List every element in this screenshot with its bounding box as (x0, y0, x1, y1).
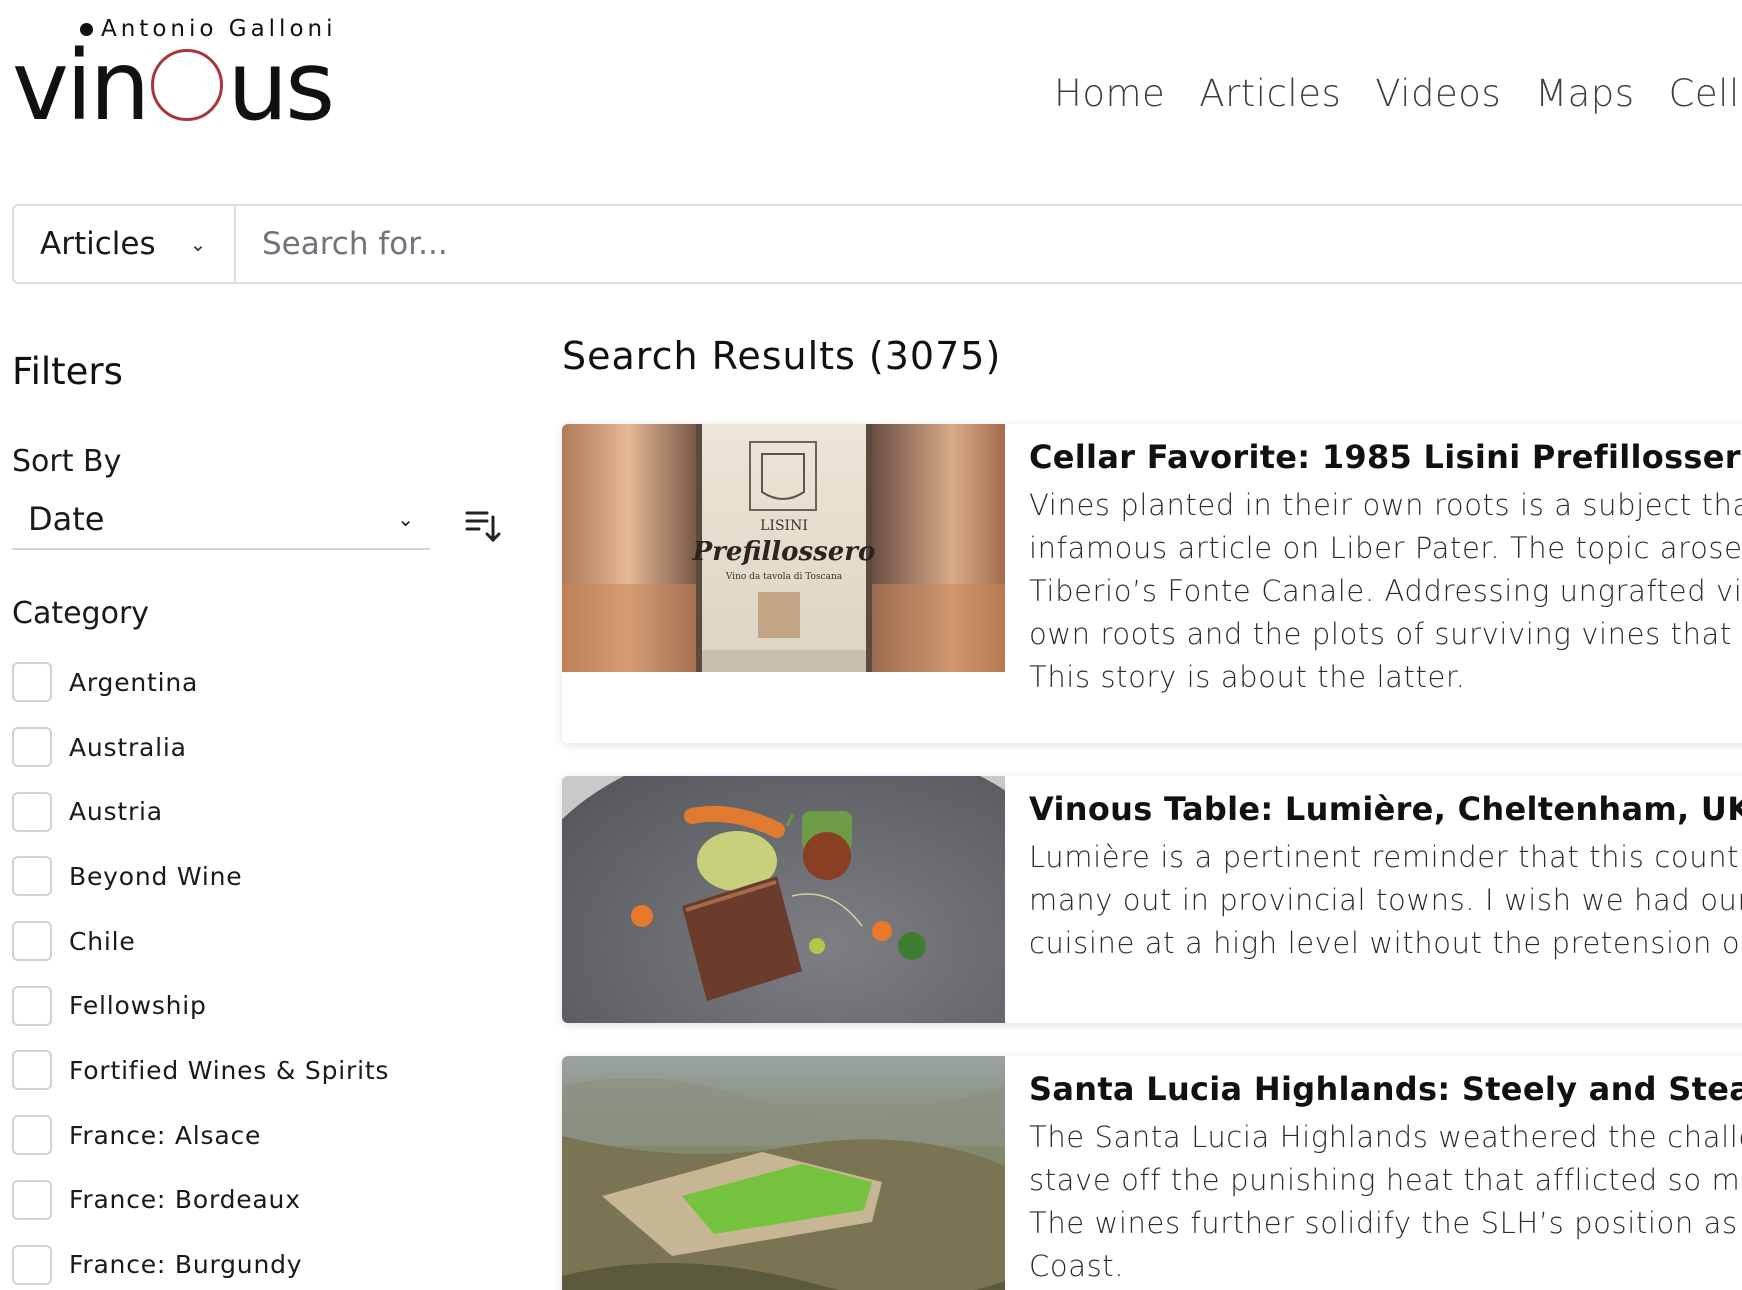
main-nav: Home Articles Videos Maps Cellar W (1054, 72, 1742, 115)
chevron-down-icon: ⌄ (189, 232, 207, 256)
excerpt-line: stave off the punishing heat that afflic… (1029, 1163, 1742, 1197)
category-checkbox[interactable] (12, 1244, 52, 1285)
category-item[interactable]: France: Alsace (12, 1103, 389, 1168)
article-excerpt: The Santa Lucia Highlands weathered the … (1029, 1116, 1742, 1288)
search-bar: Articles ⌄ (12, 204, 1742, 284)
excerpt-line: own roots and the plots of surviving vin… (1029, 617, 1742, 651)
article-excerpt: Vines planted in their own roots is a su… (1029, 484, 1742, 699)
excerpt-line: cuisine at a high level without the pret… (1029, 926, 1742, 960)
logo-o-ring (151, 49, 224, 121)
excerpt-line: Lumière is a pertinent reminder that thi… (1029, 840, 1742, 874)
article-title[interactable]: Santa Lucia Highlands: Steely and Steadf… (1029, 1070, 1742, 1108)
category-label-text: Chile (69, 926, 136, 956)
category-label-text: Beyond Wine (69, 861, 243, 891)
article-excerpt: Lumière is a pertinent reminder that thi… (1029, 836, 1742, 965)
excerpt-line: many out in provincial towns. I wish we … (1029, 883, 1742, 917)
nav-home[interactable]: Home (1054, 72, 1165, 115)
excerpt-line: The wines further solidify the SLH’s pos… (1029, 1206, 1742, 1240)
category-item[interactable]: Argentina (12, 650, 389, 715)
category-label-text: France: Bordeaux (69, 1185, 301, 1215)
nav-cellar[interactable]: Cellar W (1669, 72, 1742, 115)
category-label-text: Fortified Wines & Spirits (69, 1055, 390, 1085)
sort-by-label: Sort By (12, 444, 122, 479)
category-label-text: Fellowship (69, 991, 207, 1021)
excerpt-line: Tiberio’s Fonte Canale. Addressing ungra… (1029, 574, 1742, 608)
bottle-sub-text: Vino da tavola di Toscana (725, 572, 843, 582)
chevron-down-icon: ⌄ (397, 507, 414, 531)
result-card[interactable]: Vinous Table: Lumière, Cheltenham, UK Lu… (562, 776, 1742, 1023)
category-checkbox[interactable] (12, 791, 52, 832)
category-list: Argentina Australia Austria Beyond Wine … (12, 650, 389, 1290)
excerpt-line: Coast. (1029, 1249, 1125, 1283)
result-card[interactable]: Santa Lucia Highlands: Steely and Steadf… (562, 1056, 1742, 1290)
category-checkbox[interactable] (12, 1115, 52, 1156)
category-checkbox[interactable] (12, 1050, 52, 1091)
sort-direction-icon[interactable] (464, 508, 502, 544)
search-results-title: Search Results (3075) (562, 334, 1002, 378)
category-checkbox[interactable] (12, 856, 52, 897)
excerpt-line: Vines planted in their own roots is a su… (1029, 488, 1742, 522)
excerpt-line: infamous article on Liber Pater. The top… (1029, 531, 1742, 565)
category-item[interactable]: Austria (12, 779, 389, 844)
category-checkbox[interactable] (12, 921, 52, 962)
search-input[interactable] (236, 206, 1742, 282)
category-item[interactable]: Beyond Wine (12, 844, 389, 909)
category-checkbox[interactable] (12, 1179, 52, 1220)
category-item[interactable]: Fortified Wines & Spirits (12, 1038, 389, 1103)
plated-dish-photo (562, 776, 1005, 1023)
category-label-text: Australia (69, 732, 187, 762)
excerpt-line: This story is about the latter. (1029, 660, 1466, 694)
excerpt-line: The Santa Lucia Highlands weathered the … (1029, 1120, 1742, 1154)
category-item[interactable]: Chile (12, 909, 389, 974)
sort-by-select[interactable]: Date ⌄ (12, 490, 430, 550)
article-title[interactable]: Vinous Table: Lumière, Cheltenham, UK (1029, 790, 1742, 828)
filters-title: Filters (12, 350, 123, 393)
result-card[interactable]: LISINI Prefillossero Vino da tavola di T… (562, 424, 1742, 743)
category-checkbox[interactable] (12, 985, 52, 1026)
category-checkbox[interactable] (12, 727, 52, 768)
article-thumbnail[interactable] (562, 1056, 1005, 1290)
wine-bottle-photo: LISINI Prefillossero Vino da tavola di T… (562, 424, 1005, 672)
category-label-text: France: Alsace (69, 1120, 262, 1150)
category-item[interactable]: Fellowship (12, 973, 389, 1038)
logo-word-right: us (227, 30, 335, 142)
search-type-label: Articles (40, 226, 156, 262)
nav-maps[interactable]: Maps (1535, 72, 1634, 115)
article-thumbnail[interactable] (562, 776, 1005, 1023)
nav-videos[interactable]: Videos (1375, 72, 1501, 115)
category-label-text: France: Burgundy (69, 1250, 303, 1280)
category-item[interactable]: France: Bordeaux (12, 1168, 389, 1233)
article-title[interactable]: Cellar Favorite: 1985 Lisini Prefillosse… (1029, 438, 1742, 476)
category-checkbox[interactable] (12, 662, 52, 703)
category-item[interactable]: France: Burgundy (12, 1232, 389, 1290)
category-label-text: Argentina (69, 667, 199, 697)
category-label-text: Austria (69, 797, 163, 827)
bottle-brand-text: LISINI (760, 518, 808, 534)
logo-word-left: vin (12, 30, 150, 142)
category-item[interactable]: Australia (12, 715, 389, 780)
article-thumbnail[interactable]: LISINI Prefillossero Vino da tavola di T… (562, 424, 1005, 672)
filters-sidebar: Filters Sort By Date ⌄ Category Argentin… (12, 350, 502, 1285)
vinous-logo[interactable]: Antonio Galloni vin us (12, 16, 352, 134)
nav-articles[interactable]: Articles (1199, 72, 1341, 115)
search-type-dropdown[interactable]: Articles ⌄ (14, 206, 236, 282)
bottle-name-text: Prefillossero (692, 537, 876, 567)
vineyard-landscape-photo (562, 1056, 1005, 1290)
sort-by-value: Date (28, 500, 105, 538)
category-label: Category (12, 596, 150, 631)
